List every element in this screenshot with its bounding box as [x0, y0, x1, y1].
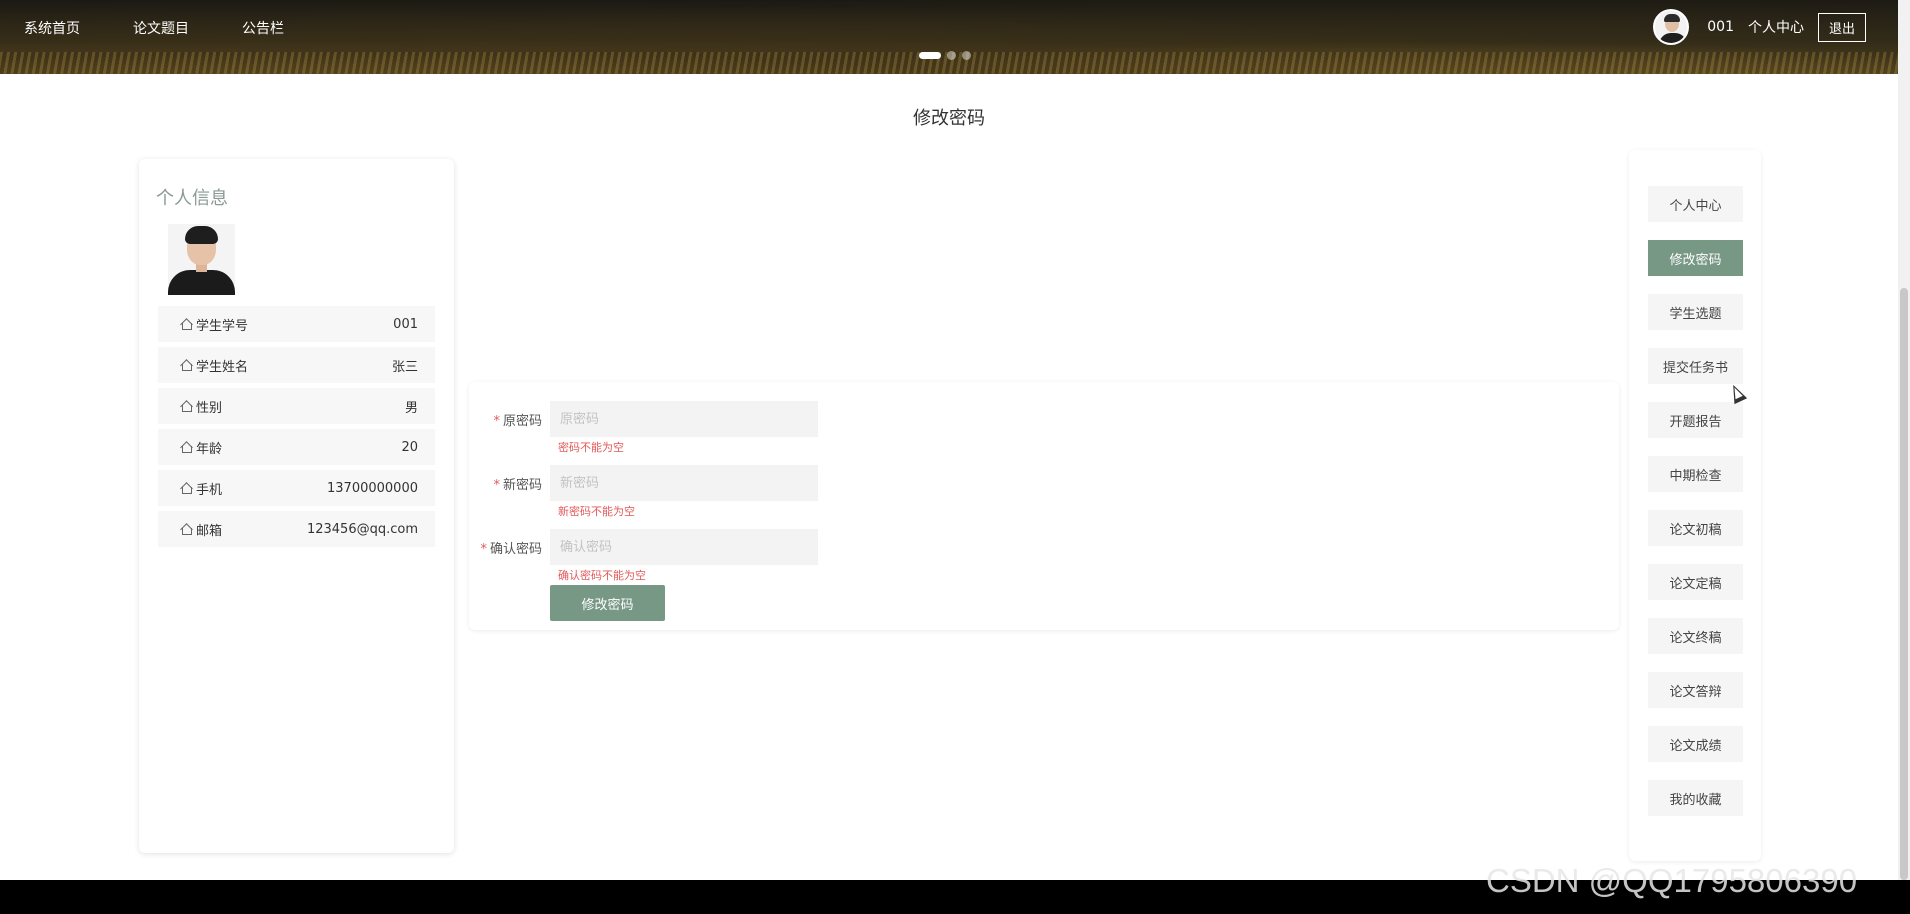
- user-center-link[interactable]: 个人中心: [1748, 17, 1804, 37]
- profile-title: 个人信息: [156, 188, 228, 209]
- nav-bulletin[interactable]: 公告栏: [242, 18, 284, 38]
- new-password-label: * 新密码: [493, 477, 542, 493]
- page-title: 修改密码: [913, 108, 985, 129]
- info-value: 男: [404, 400, 418, 416]
- home-icon: [180, 482, 192, 494]
- info-value: 001: [393, 316, 418, 332]
- menu-item-final-draft[interactable]: 论文定稿: [1648, 564, 1743, 600]
- profile-info-list: 学生学号 001 学生姓名 张三 性别 男 年龄 20 手机 137000000…: [158, 306, 435, 552]
- home-icon: [180, 441, 192, 453]
- change-password-form: * 原密码 密码不能为空 * 新密码 新密码不能为空 * 确认密码 确认密码不能为空 …: [469, 382, 1619, 630]
- carousel-indicators: [919, 51, 971, 60]
- info-label: 性别: [196, 400, 223, 416]
- change-password-button[interactable]: 修改密码: [550, 585, 665, 621]
- menu-item-topic-selection[interactable]: 学生选题: [1648, 294, 1743, 330]
- info-row-student-name: 学生姓名 张三: [158, 347, 435, 383]
- info-row-age: 年龄 20: [158, 429, 435, 465]
- page-scrollbar[interactable]: [1898, 0, 1910, 880]
- nav-thesis-topics[interactable]: 论文题目: [133, 18, 189, 38]
- old-password-input[interactable]: [550, 401, 818, 437]
- menu-item-final-version[interactable]: 论文终稿: [1648, 618, 1743, 654]
- menu-item-first-draft[interactable]: 论文初稿: [1648, 510, 1743, 546]
- old-password-row: * 原密码: [469, 401, 818, 437]
- menu-item-change-password[interactable]: 修改密码: [1648, 240, 1743, 276]
- confirm-password-row: * 确认密码: [469, 529, 818, 565]
- info-row-email: 邮箱 123456@qq.com: [158, 511, 435, 547]
- profile-panel: 个人信息 学生学号 001 学生姓名 张三 性别 男 年龄 20 手机 1370…: [139, 159, 454, 853]
- info-label: 手机: [196, 482, 223, 498]
- confirm-password-input[interactable]: [550, 529, 818, 565]
- carousel-dot-2[interactable]: [947, 51, 956, 60]
- old-password-label: * 原密码: [493, 413, 542, 429]
- info-value: 123456@qq.com: [306, 521, 418, 537]
- menu-item-task-book[interactable]: 提交任务书: [1648, 348, 1743, 384]
- menu-item-favorites[interactable]: 我的收藏: [1648, 780, 1743, 816]
- user-box: 001 个人中心 退出: [1653, 9, 1866, 45]
- logout-button[interactable]: 退出: [1817, 12, 1866, 42]
- info-row-gender: 性别 男: [158, 388, 435, 424]
- home-icon: [180, 318, 192, 330]
- menu-item-user-center[interactable]: 个人中心: [1648, 186, 1743, 222]
- confirm-password-error: 确认密码不能为空: [558, 569, 646, 582]
- carousel-dot-3[interactable]: [962, 51, 971, 60]
- home-icon: [180, 400, 192, 412]
- carousel-dot-1[interactable]: [919, 52, 941, 59]
- avatar[interactable]: [1653, 9, 1690, 45]
- info-label: 邮箱: [196, 523, 223, 539]
- info-label: 学生学号: [196, 318, 249, 334]
- top-nav: 系统首页 论文题目 公告栏: [24, 18, 284, 38]
- new-password-row: * 新密码: [469, 465, 818, 501]
- profile-photo: [168, 224, 235, 295]
- home-icon: [180, 359, 192, 371]
- info-value: 13700000000: [327, 480, 418, 496]
- nav-home[interactable]: 系统首页: [24, 18, 80, 38]
- new-password-error: 新密码不能为空: [558, 505, 635, 518]
- info-row-phone: 手机 13700000000: [158, 470, 435, 506]
- info-row-student-id: 学生学号 001: [158, 306, 435, 342]
- new-password-input[interactable]: [550, 465, 818, 501]
- info-label: 年龄: [196, 441, 223, 457]
- menu-item-opening-report[interactable]: 开题报告: [1648, 402, 1743, 438]
- watermark: CSDN @QQ1795806390: [1486, 862, 1858, 899]
- user-side-menu: 个人中心 修改密码 学生选题 提交任务书 开题报告 中期检查 论文初稿 论文定稿…: [1629, 150, 1761, 861]
- scrollbar-thumb[interactable]: [1900, 288, 1908, 880]
- menu-item-grades[interactable]: 论文成绩: [1648, 726, 1743, 762]
- header-banner: 系统首页 论文题目 公告栏 001 个人中心 退出: [0, 0, 1898, 74]
- info-value: 张三: [391, 359, 418, 375]
- menu-item-midterm-check[interactable]: 中期检查: [1648, 456, 1743, 492]
- old-password-error: 密码不能为空: [558, 441, 624, 454]
- menu-item-defense[interactable]: 论文答辩: [1648, 672, 1743, 708]
- info-value: 20: [401, 439, 418, 455]
- confirm-password-label: * 确认密码: [480, 541, 542, 557]
- home-icon: [180, 523, 192, 535]
- user-id: 001: [1707, 19, 1734, 35]
- info-label: 学生姓名: [196, 359, 249, 375]
